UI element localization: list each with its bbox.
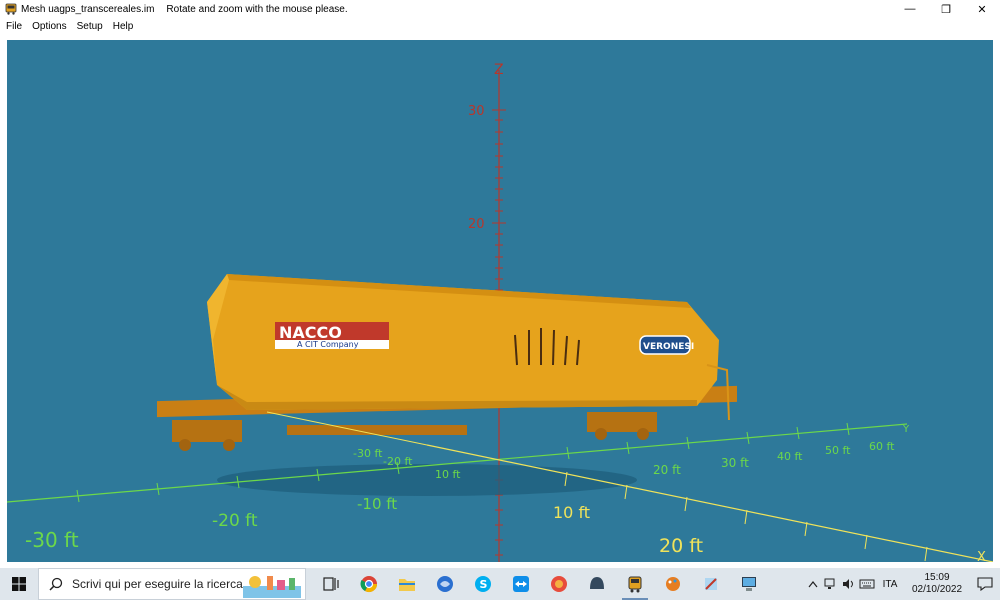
y-tick-20: 20 ft bbox=[653, 463, 681, 477]
menu-file[interactable]: File bbox=[0, 21, 27, 32]
skype-button[interactable]: S bbox=[464, 568, 502, 600]
notification-icon bbox=[977, 577, 993, 591]
window-hint: Rotate and zoom with the mouse please. bbox=[166, 3, 348, 15]
x-tick-neg30: -30 ft bbox=[25, 528, 79, 552]
keyboard-icon bbox=[859, 579, 875, 589]
3d-viewport[interactable]: Z 30 20 Y -30 ft -20 ft 10 ft 20 ft 30 f… bbox=[7, 40, 993, 562]
swirl-icon bbox=[551, 576, 567, 592]
system-tray: ITA 15:09 02/10/2022 bbox=[804, 568, 1000, 600]
clock-date: 02/10/2022 bbox=[911, 584, 963, 595]
skype-icon: S bbox=[475, 576, 491, 592]
y-axis-label: Y bbox=[902, 424, 910, 435]
train-app-icon bbox=[5, 3, 17, 15]
search-highlight-icon bbox=[243, 576, 301, 598]
app-globe-button[interactable] bbox=[426, 568, 464, 600]
train-icon bbox=[628, 576, 642, 593]
task-view-button[interactable] bbox=[312, 568, 350, 600]
wagon-model: NACCO A CIT Company VERONESI bbox=[157, 274, 737, 451]
y-tick-10: 10 ft bbox=[435, 468, 461, 481]
menu-bar: File Options Setup Help bbox=[0, 18, 1000, 34]
y-tick-50: 50 ft bbox=[825, 444, 851, 457]
restore-button[interactable]: ❐ bbox=[928, 0, 964, 18]
chrome-icon bbox=[360, 576, 378, 593]
monitor-icon bbox=[742, 577, 756, 591]
clock-time: 15:09 bbox=[924, 572, 950, 583]
keyboard-button[interactable] bbox=[858, 568, 876, 600]
y-tick-neg30: -30 ft bbox=[353, 447, 383, 460]
taskbar: Scrivi qui per eseguire la ricerca S ITA… bbox=[0, 568, 1000, 600]
network-icon bbox=[824, 578, 835, 589]
teamviewer-icon bbox=[513, 576, 529, 592]
app-monitor-button[interactable] bbox=[730, 568, 768, 600]
y-tick-40: 40 ft bbox=[777, 450, 803, 463]
window-controls: — ❐ ✕ bbox=[892, 0, 1000, 18]
scene-canvas: Z 30 20 Y -30 ft -20 ft 10 ft 20 ft 30 f… bbox=[7, 62, 993, 562]
svg-text:S: S bbox=[480, 578, 488, 591]
menu-setup[interactable]: Setup bbox=[72, 21, 108, 32]
x-tick-10: 10 ft bbox=[553, 503, 590, 522]
tray-chevron-button[interactable] bbox=[804, 568, 822, 600]
x-tick-neg10: -10 ft bbox=[357, 495, 397, 513]
start-button[interactable] bbox=[0, 568, 38, 600]
app-red-button[interactable] bbox=[540, 568, 578, 600]
x-axis-label: X bbox=[977, 550, 986, 562]
speaker-icon bbox=[843, 579, 853, 589]
network-button[interactable] bbox=[822, 568, 840, 600]
app-paint-button[interactable] bbox=[654, 568, 692, 600]
task-view-icon bbox=[323, 577, 339, 591]
search-icon bbox=[49, 577, 63, 591]
palette-icon bbox=[666, 577, 680, 591]
z-tick-20: 20 bbox=[468, 217, 485, 232]
helmet-icon bbox=[590, 577, 604, 589]
window-title: Mesh uagps_transcereales.im bbox=[21, 3, 155, 15]
teamviewer-button[interactable] bbox=[502, 568, 540, 600]
windows-icon bbox=[12, 577, 26, 591]
app-window: Mesh uagps_transcereales.im Rotate and z… bbox=[0, 0, 1000, 600]
menu-options[interactable]: Options bbox=[27, 21, 71, 32]
brush-icon bbox=[705, 578, 717, 590]
clock[interactable]: 15:09 02/10/2022 bbox=[904, 572, 970, 596]
notifications-button[interactable] bbox=[970, 568, 1000, 600]
volume-button[interactable] bbox=[840, 568, 858, 600]
taskbar-search-box[interactable]: Scrivi qui per eseguire la ricerca bbox=[38, 568, 306, 600]
mesh-viewer-taskbar-button[interactable] bbox=[616, 568, 654, 600]
chevron-up-icon bbox=[808, 581, 818, 588]
app-dark-button[interactable] bbox=[578, 568, 616, 600]
language-indicator[interactable]: ITA bbox=[876, 579, 904, 590]
y-tick-60: 60 ft bbox=[869, 440, 895, 453]
x-tick-neg20: -20 ft bbox=[212, 511, 258, 531]
minimize-button[interactable]: — bbox=[892, 0, 928, 18]
z-axis-label: Z bbox=[494, 62, 504, 78]
globe-icon bbox=[437, 576, 453, 592]
folder-icon bbox=[399, 579, 415, 591]
wagon-brand-sub: A CIT Company bbox=[297, 340, 359, 349]
wagon-shadow bbox=[217, 464, 637, 496]
menu-help[interactable]: Help bbox=[108, 21, 139, 32]
chrome-taskbar-button[interactable] bbox=[350, 568, 388, 600]
taskbar-apps: S bbox=[312, 568, 768, 600]
z-tick-30: 30 bbox=[468, 104, 485, 119]
y-tick-neg20: -20 ft bbox=[383, 455, 413, 468]
app-brush-button[interactable] bbox=[692, 568, 730, 600]
title-bar: Mesh uagps_transcereales.im Rotate and z… bbox=[0, 0, 1000, 18]
file-explorer-button[interactable] bbox=[388, 568, 426, 600]
x-tick-20: 20 ft bbox=[659, 535, 703, 557]
wagon-logo: VERONESI bbox=[643, 342, 694, 352]
y-tick-30: 30 ft bbox=[721, 456, 749, 470]
close-button[interactable]: ✕ bbox=[964, 0, 1000, 18]
search-placeholder: Scrivi qui per eseguire la ricerca bbox=[72, 577, 243, 591]
